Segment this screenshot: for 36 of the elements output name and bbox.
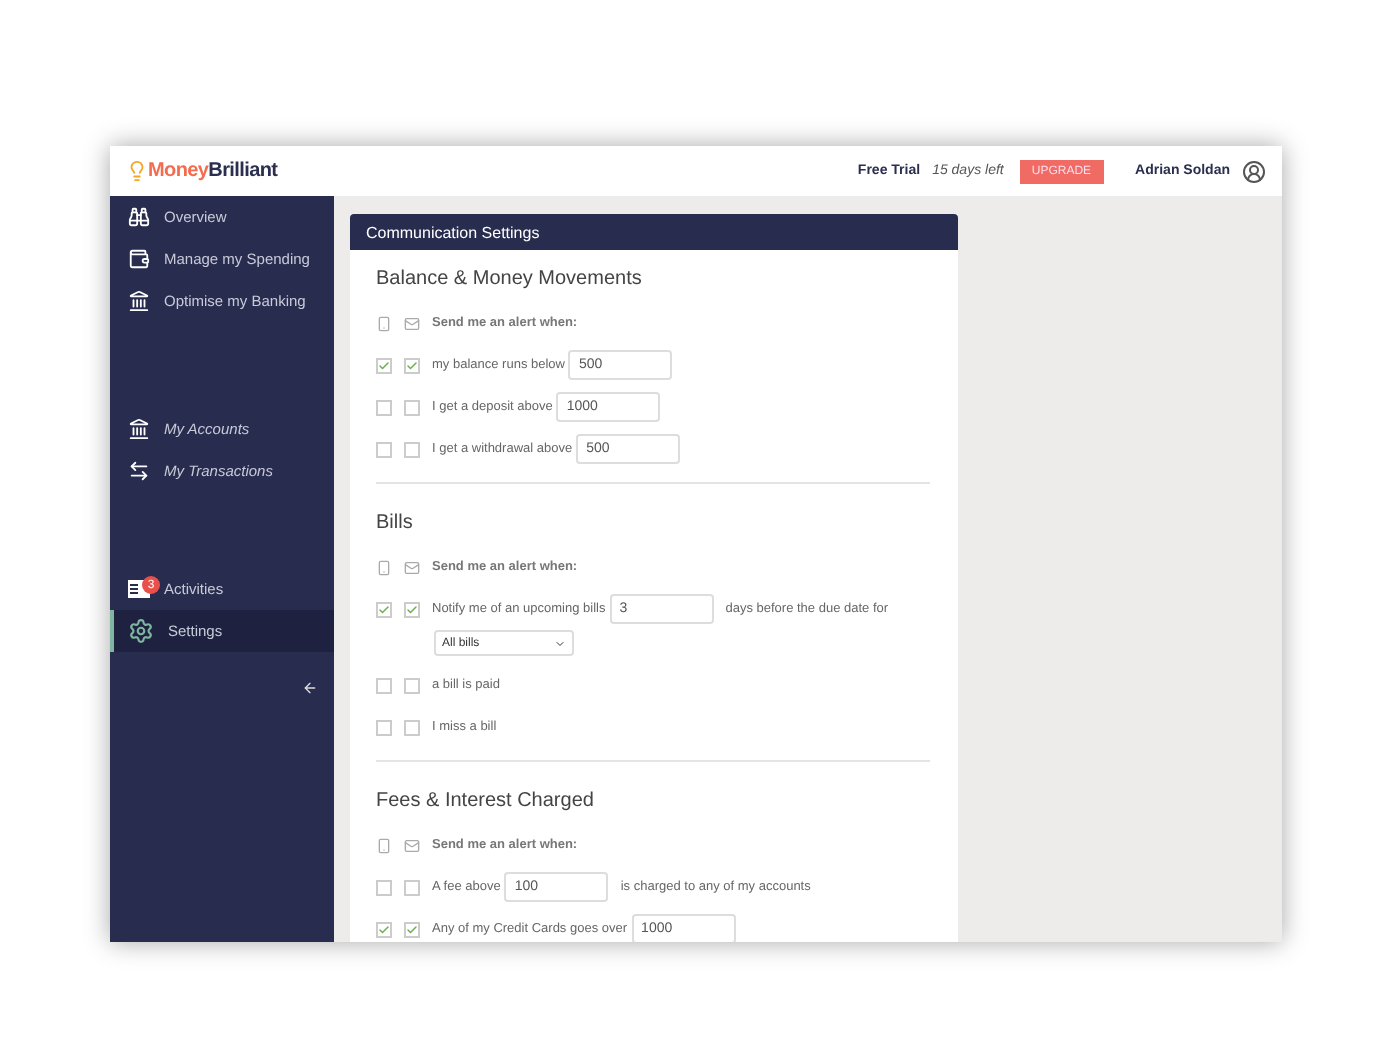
collapse-arrow-icon[interactable] [302, 680, 318, 696]
checkbox[interactable] [376, 879, 392, 895]
checkbox[interactable] [376, 677, 392, 693]
checkbox[interactable] [376, 357, 392, 373]
phone-icon [376, 315, 392, 331]
checkbox[interactable] [404, 441, 420, 457]
bank-icon [128, 290, 150, 312]
settings-icon [128, 618, 154, 644]
checkbox[interactable] [404, 879, 420, 895]
section-title: Balance & Money Movements [376, 268, 644, 290]
mail-icon [404, 559, 420, 575]
checkbox[interactable] [404, 399, 420, 415]
binoculars-icon [128, 206, 150, 228]
checkbox[interactable] [404, 601, 420, 617]
checkbox[interactable] [376, 441, 392, 457]
panel-title: Communication Settings [350, 214, 958, 250]
wallet-icon [128, 248, 150, 270]
checkbox[interactable] [376, 601, 392, 617]
checkbox[interactable] [404, 719, 420, 735]
checkbox[interactable] [376, 719, 392, 735]
mail-icon [404, 837, 420, 853]
checkbox[interactable] [404, 677, 420, 693]
section-title: Fees & Interest Charged [376, 790, 596, 812]
arrows-icon [128, 460, 150, 482]
checkbox[interactable] [404, 921, 420, 937]
checkbox[interactable] [376, 921, 392, 937]
bank-icon [128, 418, 150, 440]
phone-icon [376, 837, 392, 853]
user-icon[interactable] [1242, 159, 1266, 183]
mail-icon [404, 315, 420, 331]
section-title: Bills [376, 512, 415, 534]
logo: MoneyBrilliant [126, 160, 278, 182]
checkbox[interactable] [404, 357, 420, 373]
phone-icon [376, 559, 392, 575]
chevron-down-icon [554, 637, 566, 649]
checkbox[interactable] [376, 399, 392, 415]
